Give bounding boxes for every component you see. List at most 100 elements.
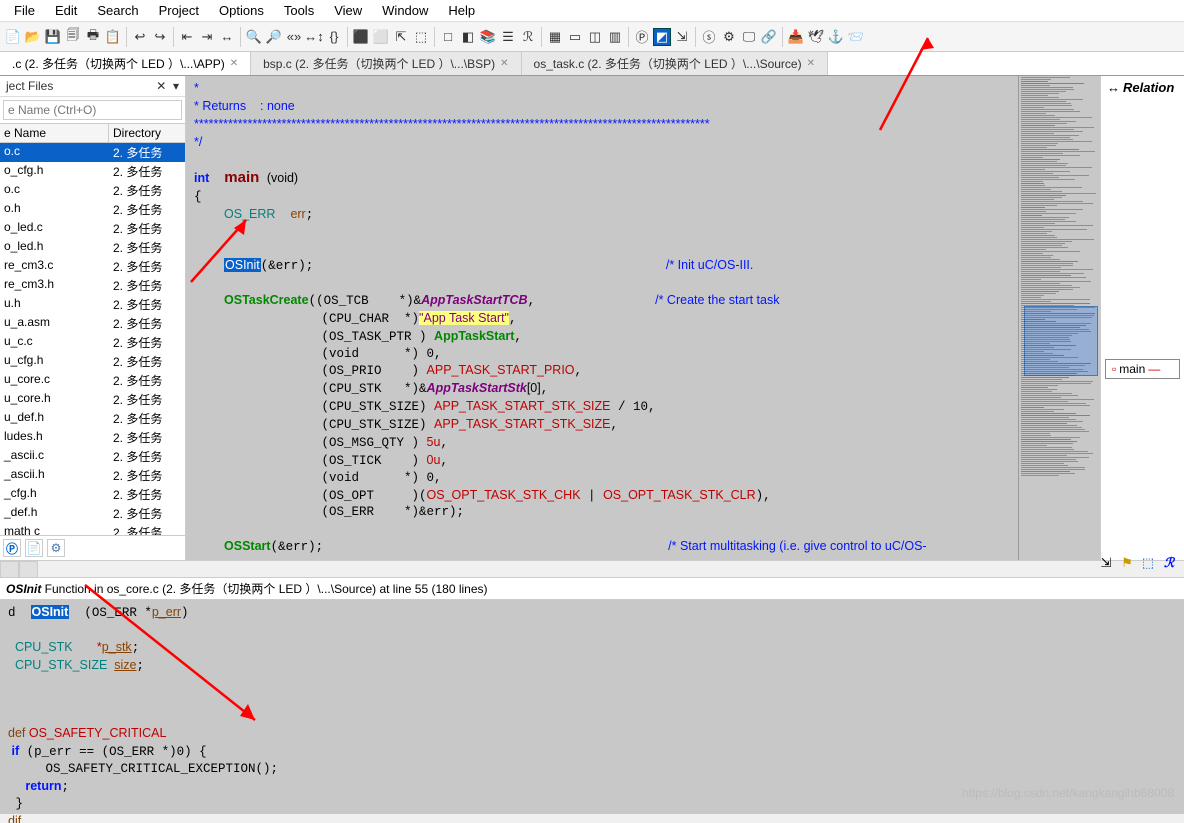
toolbar-btn-31[interactable]: ▦ bbox=[546, 28, 564, 46]
toolbar-btn-37[interactable]: ◩ bbox=[653, 28, 671, 46]
file-row[interactable]: u.h2. 多任务 bbox=[0, 295, 185, 314]
toolbar-btn-26[interactable]: ◧ bbox=[459, 28, 477, 46]
toolbar-btn-43[interactable]: 🔗 bbox=[760, 28, 778, 46]
doc-icon[interactable]: 📄 bbox=[25, 539, 43, 557]
file-row[interactable]: o.c2. 多任务 bbox=[0, 181, 185, 200]
status-bar: OSInit Function in os_core.c (2. 多任务（切换两… bbox=[0, 577, 1184, 600]
toolbar-btn-1[interactable]: 📂 bbox=[24, 28, 42, 46]
file-row[interactable]: re_cm3.h2. 多任务 bbox=[0, 276, 185, 295]
toolbar-btn-8[interactable]: ↪ bbox=[151, 28, 169, 46]
file-row[interactable]: u_def.h2. 多任务 bbox=[0, 409, 185, 428]
toolbar-btn-4[interactable]: 🖶 bbox=[84, 28, 102, 46]
toolbar-btn-41[interactable]: ⚙ bbox=[720, 28, 738, 46]
file-row[interactable]: u_c.c2. 多任务 bbox=[0, 333, 185, 352]
context-editor[interactable]: d OSInit (OS_ERR *p_err) CPU_STK *p_stk;… bbox=[0, 600, 1184, 814]
file-row[interactable]: u_a.asm2. 多任务 bbox=[0, 314, 185, 333]
toolbar-btn-32[interactable]: ▭ bbox=[566, 28, 584, 46]
toolbar-btn-17[interactable]: ↔↕ bbox=[305, 28, 323, 46]
toolbar-btn-34[interactable]: ▥ bbox=[606, 28, 624, 46]
relation-node-main[interactable]: ▫main— bbox=[1105, 359, 1180, 379]
toolbar-btn-46[interactable]: 🕊 bbox=[807, 28, 825, 46]
relation-title: Relation bbox=[1123, 80, 1174, 95]
toolbar-btn-18[interactable]: {} bbox=[325, 28, 343, 46]
toolbar-btn-21[interactable]: ⬜ bbox=[372, 28, 390, 46]
toolbar-btn-29[interactable]: ℛ bbox=[519, 28, 537, 46]
icon-c[interactable]: ⬚ bbox=[1139, 554, 1157, 572]
file-filter-input[interactable] bbox=[3, 100, 182, 120]
close-icon[interactable]: ✕ bbox=[500, 58, 508, 69]
col-dir-header[interactable]: Directory bbox=[109, 124, 185, 142]
file-row[interactable]: o_cfg.h2. 多任务 bbox=[0, 162, 185, 181]
toolbar-btn-36[interactable]: Ⓟ bbox=[633, 28, 651, 46]
toolbar: 📄📂💾🗐🖶📋 ↩↪ ⇤⇥↔ 🔍🔎«»↔↕{} ⬛⬜⇱⬚ □◧📚☰ℛ ▦▭◫▥ Ⓟ◩⇲ ⓢ⚙🖵🔗 📥… bbox=[0, 22, 1184, 52]
minimap[interactable] bbox=[1018, 76, 1100, 560]
file-row[interactable]: ludes.h2. 多任务 bbox=[0, 428, 185, 447]
toolbar-btn-20[interactable]: ⬛ bbox=[352, 28, 370, 46]
file-row[interactable]: u_core.h2. 多任务 bbox=[0, 390, 185, 409]
toolbar-btn-33[interactable]: ◫ bbox=[586, 28, 604, 46]
file-row[interactable]: _def.h2. 多任务 bbox=[0, 504, 185, 523]
close-icon[interactable]: ✕ bbox=[807, 58, 815, 69]
toolbar-btn-25[interactable]: □ bbox=[439, 28, 457, 46]
menu-project[interactable]: Project bbox=[149, 1, 209, 20]
icon-r[interactable]: ℛ bbox=[1160, 554, 1178, 572]
toolbar-btn-2[interactable]: 💾 bbox=[44, 28, 62, 46]
menu-help[interactable]: Help bbox=[438, 1, 485, 20]
toolbar-btn-0[interactable]: 📄 bbox=[4, 28, 22, 46]
toolbar-btn-15[interactable]: 🔎 bbox=[265, 28, 283, 46]
toolbar-btn-11[interactable]: ⇥ bbox=[198, 28, 216, 46]
col-name-header[interactable]: e Name bbox=[0, 124, 109, 142]
file-row[interactable]: o_led.h2. 多任务 bbox=[0, 238, 185, 257]
tab[interactable]: .c (2. 多任务（切换两个 LED ）\...\APP)✕ bbox=[0, 52, 251, 75]
file-list[interactable]: o.c2. 多任务o_cfg.h2. 多任务o.c2. 多任务o.h2. 多任务… bbox=[0, 143, 185, 535]
toolbar-btn-38[interactable]: ⇲ bbox=[673, 28, 691, 46]
menu-view[interactable]: View bbox=[324, 1, 372, 20]
close-icon[interactable]: ✕ bbox=[230, 58, 238, 69]
toolbar-btn-16[interactable]: «» bbox=[285, 28, 303, 46]
toolbar-btn-28[interactable]: ☰ bbox=[499, 28, 517, 46]
icon-a[interactable]: ⇲ bbox=[1097, 554, 1115, 572]
close-icon[interactable]: ✕ ▾ bbox=[156, 79, 179, 93]
file-row[interactable]: u_core.c2. 多任务 bbox=[0, 371, 185, 390]
toolbar-btn-40[interactable]: ⓢ bbox=[700, 28, 718, 46]
p-icon[interactable]: Ⓟ bbox=[3, 539, 21, 557]
status-symbol: OSInit bbox=[6, 582, 41, 596]
file-row[interactable]: o.c2. 多任务 bbox=[0, 143, 185, 162]
toolbar-btn-45[interactable]: 📥 bbox=[787, 28, 805, 46]
toolbar-btn-27[interactable]: 📚 bbox=[479, 28, 497, 46]
toolbar-btn-5[interactable]: 📋 bbox=[104, 28, 122, 46]
tab[interactable]: bsp.c (2. 多任务（切换两个 LED ）\...\BSP)✕ bbox=[251, 52, 521, 75]
file-row[interactable]: math c2. 多任务 bbox=[0, 523, 185, 535]
horizontal-scrollbar[interactable] bbox=[0, 560, 1184, 577]
toolbar-btn-23[interactable]: ⬚ bbox=[412, 28, 430, 46]
menu-file[interactable]: File bbox=[4, 1, 45, 20]
editor-tabs: .c (2. 多任务（切换两个 LED ）\...\APP)✕bsp.c (2.… bbox=[0, 52, 1184, 76]
toolbar-btn-3[interactable]: 🗐 bbox=[64, 28, 82, 46]
toolbar-btn-42[interactable]: 🖵 bbox=[740, 28, 758, 46]
menu-window[interactable]: Window bbox=[372, 1, 438, 20]
tab[interactable]: os_task.c (2. 多任务（切换两个 LED ）\...\Source)… bbox=[522, 52, 828, 75]
toolbar-btn-47[interactable]: ⚓ bbox=[827, 28, 845, 46]
icon-b[interactable]: ⚑ bbox=[1118, 554, 1136, 572]
gear-icon[interactable]: ⚙ bbox=[47, 539, 65, 557]
toolbar-btn-14[interactable]: 🔍 bbox=[245, 28, 263, 46]
menu-search[interactable]: Search bbox=[87, 1, 148, 20]
toolbar-btn-10[interactable]: ⇤ bbox=[178, 28, 196, 46]
file-row[interactable]: _cfg.h2. 多任务 bbox=[0, 485, 185, 504]
file-row[interactable]: _ascii.c2. 多任务 bbox=[0, 447, 185, 466]
file-row[interactable]: u_cfg.h2. 多任务 bbox=[0, 352, 185, 371]
menu-options[interactable]: Options bbox=[209, 1, 274, 20]
toolbar-btn-12[interactable]: ↔ bbox=[218, 28, 236, 46]
file-row[interactable]: o.h2. 多任务 bbox=[0, 200, 185, 219]
file-row[interactable]: o_led.c2. 多任务 bbox=[0, 219, 185, 238]
menu-tools[interactable]: Tools bbox=[274, 1, 324, 20]
project-files-panel: ject Files ✕ ▾ e Name Directory o.c2. 多任… bbox=[0, 76, 186, 560]
code-editor[interactable]: * * Returns : none *********************… bbox=[186, 76, 1018, 560]
file-row[interactable]: _ascii.h2. 多任务 bbox=[0, 466, 185, 485]
toolbar-btn-7[interactable]: ↩ bbox=[131, 28, 149, 46]
file-row[interactable]: re_cm3.c2. 多任务 bbox=[0, 257, 185, 276]
menu-edit[interactable]: Edit bbox=[45, 1, 87, 20]
status-detail: Function in os_core.c (2. 多任务（切换两个 LED ）… bbox=[41, 582, 487, 596]
toolbar-btn-48[interactable]: 📨 bbox=[847, 28, 865, 46]
toolbar-btn-22[interactable]: ⇱ bbox=[392, 28, 410, 46]
